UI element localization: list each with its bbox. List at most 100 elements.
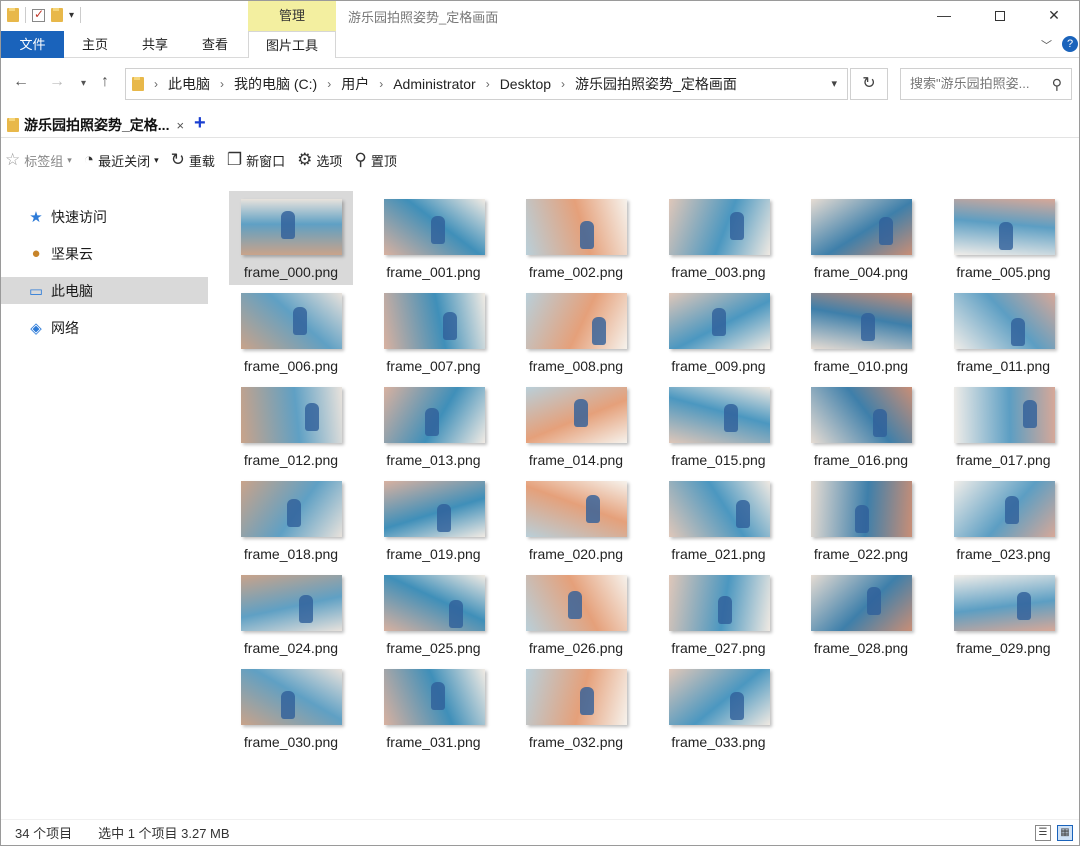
file-item[interactable]: frame_023.png [942,473,1066,567]
tab-view[interactable]: 查看 [189,31,241,58]
thumbnail-figure [998,222,1013,250]
recently-closed-button[interactable]: ◔ 最近关闭 ▾ [84,150,159,170]
file-item[interactable]: frame_013.png [372,379,496,473]
minimize-button[interactable]: — [921,3,967,29]
sidebar-item-this-pc[interactable]: ▭ 此电脑 [1,277,208,304]
folder-icon [7,118,19,132]
file-item[interactable]: frame_028.png [799,567,923,661]
file-item[interactable]: frame_002.png [514,191,638,285]
sidebar-item-network[interactable]: ◈ 网络 [1,314,208,341]
file-item[interactable]: frame_018.png [229,473,353,567]
crumb-desktop[interactable]: Desktop [500,76,551,92]
file-item[interactable]: frame_015.png [657,379,781,473]
file-item[interactable]: frame_014.png [514,379,638,473]
network-icon: ◈ [30,319,42,337]
pin-top-button[interactable]: ⚲ 置顶 [354,150,396,170]
file-item[interactable]: frame_019.png [372,473,496,567]
folder-tab-bar: 游乐园拍照姿势_定格... × + [1,108,1079,138]
file-item[interactable]: frame_025.png [372,567,496,661]
file-item[interactable]: frame_031.png [372,661,496,755]
item-count: 34 个项目 [15,826,73,841]
address-bar[interactable]: › 此电脑 › 我的电脑 (C:) › 用户 › Administrator ›… [125,68,848,100]
explorer-window: ▾ 管理 游乐园拍照姿势_定格画面 — ✕ 文件 主页 共享 查看 图片工具 ﹀… [0,0,1080,846]
file-item[interactable]: frame_024.png [229,567,353,661]
crumb-users[interactable]: 用户 [341,74,369,94]
folder-tab[interactable]: 游乐园拍照姿势_定格... × [7,112,184,138]
crumb-drive-c[interactable]: 我的电脑 (C:) [234,74,317,94]
chevron-down-icon[interactable]: ▾ [69,10,74,21]
file-item[interactable]: frame_029.png [942,567,1066,661]
sidebar-item-quick-access[interactable]: ★ 快速访问 [1,203,208,230]
tab-picture-tools[interactable]: 图片工具 [248,31,336,58]
close-button[interactable]: ✕ [1031,3,1077,29]
file-item[interactable]: frame_009.png [657,285,781,379]
chevron-right-icon[interactable]: › [327,77,331,91]
thumbnail-figure [442,312,457,340]
file-item[interactable]: frame_011.png [942,285,1066,379]
chevron-down-icon: ▾ [154,154,159,165]
search-input[interactable]: 搜索"游乐园拍照姿... ⚲ [900,68,1072,100]
sidebar-item-nut-cloud[interactable]: ● 坚果云 [1,240,208,267]
crumb-administrator[interactable]: Administrator [393,76,475,92]
recent-locations-button[interactable]: ▾ [81,78,86,89]
address-dropdown-icon[interactable]: ▾ [831,77,837,90]
chevron-right-icon[interactable]: › [154,77,158,91]
help-icon[interactable]: ? [1062,36,1078,52]
back-button[interactable]: ← [13,73,29,91]
file-item[interactable]: frame_008.png [514,285,638,379]
chevron-right-icon[interactable]: › [220,77,224,91]
file-item[interactable]: frame_003.png [657,191,781,285]
thumbnail-figure [436,504,451,532]
file-item[interactable]: frame_016.png [799,379,923,473]
file-item[interactable]: frame_022.png [799,473,923,567]
file-item[interactable]: frame_000.png [229,191,353,285]
file-item[interactable]: frame_012.png [229,379,353,473]
file-item[interactable]: frame_032.png [514,661,638,755]
expand-ribbon-icon[interactable]: ﹀ [1041,37,1052,53]
chevron-right-icon[interactable]: › [379,77,383,91]
manage-tab[interactable]: 管理 [248,1,336,31]
file-item[interactable]: frame_021.png [657,473,781,567]
up-button[interactable]: ↑ [101,73,109,91]
file-item[interactable]: frame_001.png [372,191,496,285]
file-item[interactable]: frame_017.png [942,379,1066,473]
maximize-button[interactable] [977,3,1023,29]
search-icon[interactable]: ⚲ [1052,69,1062,99]
thumbnail-figure [855,505,869,533]
crumb-this-pc[interactable]: 此电脑 [168,74,210,94]
chevron-right-icon[interactable]: › [486,77,490,91]
add-tab-button[interactable]: + [194,112,206,134]
image-thumbnail [811,293,912,349]
thumbnail-figure [1004,496,1019,524]
close-tab-icon[interactable]: × [176,118,184,133]
options-button[interactable]: ⚙ 选项 [297,150,342,170]
folder-icon[interactable] [7,8,19,22]
file-item[interactable]: frame_030.png [229,661,353,755]
large-icons-view-icon[interactable]: ▦ [1057,825,1073,841]
file-item[interactable]: frame_006.png [229,285,353,379]
new-folder-icon[interactable] [51,8,63,22]
file-item[interactable]: frame_020.png [514,473,638,567]
refresh-button[interactable]: ↻ [850,68,888,100]
folder-icon [132,77,144,91]
file-item[interactable]: frame_007.png [372,285,496,379]
crumb-current-folder[interactable]: 游乐园拍照姿势_定格画面 [575,74,737,94]
reload-button[interactable]: ↻ 重载 [171,150,215,170]
tab-home[interactable]: 主页 [69,31,121,58]
file-item[interactable]: frame_027.png [657,567,781,661]
tab-share[interactable]: 共享 [129,31,181,58]
file-item[interactable]: frame_010.png [799,285,923,379]
file-item[interactable]: frame_004.png [799,191,923,285]
new-window-button[interactable]: ❐ 新窗口 [227,150,285,170]
thumbnail-figure [281,211,295,239]
tab-file[interactable]: 文件 [1,31,64,58]
forward-button[interactable]: → [49,73,65,91]
properties-icon[interactable] [32,7,45,22]
file-item[interactable]: frame_033.png [657,661,781,755]
image-thumbnail [241,481,342,537]
details-view-icon[interactable]: ☰ [1035,825,1051,841]
file-item[interactable]: frame_026.png [514,567,638,661]
file-item[interactable]: frame_005.png [942,191,1066,285]
bookmark-group-button[interactable]: ☆ 标签组 ▾ [5,150,72,170]
chevron-right-icon[interactable]: › [561,77,565,91]
